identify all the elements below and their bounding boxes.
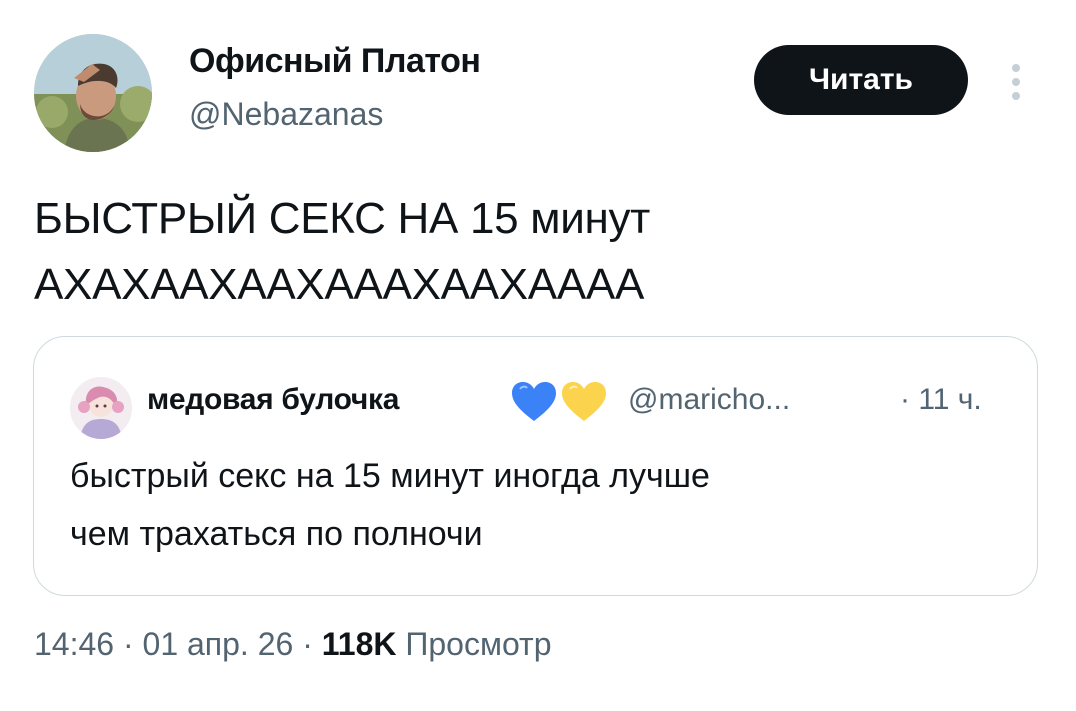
quote-author-emojis [510, 381, 610, 425]
follow-button[interactable]: Читать [754, 45, 968, 115]
quote-author-handle[interactable]: @maricho... [628, 383, 790, 417]
tweet-line: АХАХААХААХАААХААХАААА [34, 260, 645, 309]
tweet-line: БЫСТРЫЙ СЕКС НА 15 минут [34, 194, 651, 243]
avatar-photo [34, 34, 152, 152]
quoted-tweet-card[interactable]: медовая булочка @maricho... · 11 ч. быст… [33, 336, 1038, 596]
author-avatar[interactable] [34, 34, 152, 152]
quote-author-name[interactable]: медовая булочка [147, 383, 399, 417]
views-count: 118K [321, 626, 397, 662]
author-name[interactable]: Офисный Платон [189, 42, 481, 81]
quote-line: чем трахаться по полночи [70, 515, 483, 553]
author-handle[interactable]: @Nebazanas [189, 96, 383, 133]
tweet-meta: 14:46 · 01 апр. 26 · 118K Просмотр [34, 626, 552, 663]
views-label: Просмотр [405, 626, 552, 662]
meta-separator: · [114, 626, 143, 662]
more-options-icon[interactable] [1004, 60, 1028, 104]
quote-author-avatar[interactable] [70, 377, 132, 439]
quote-text: быстрый секс на 15 минут иногда лучше че… [70, 447, 1010, 563]
tweet-date[interactable]: 01 апр. 26 [143, 626, 294, 662]
tweet-text: БЫСТРЫЙ СЕКС НА 15 минут АХАХААХААХАААХА… [34, 186, 1044, 318]
quote-timestamp[interactable]: · 11 ч. [900, 383, 982, 417]
blue-heart-icon [512, 382, 556, 421]
quote-line: быстрый секс на 15 минут иногда лучше [70, 457, 710, 495]
meta-separator: · [293, 626, 322, 662]
tweet-time[interactable]: 14:46 [34, 626, 114, 662]
yellow-heart-icon [562, 382, 606, 421]
